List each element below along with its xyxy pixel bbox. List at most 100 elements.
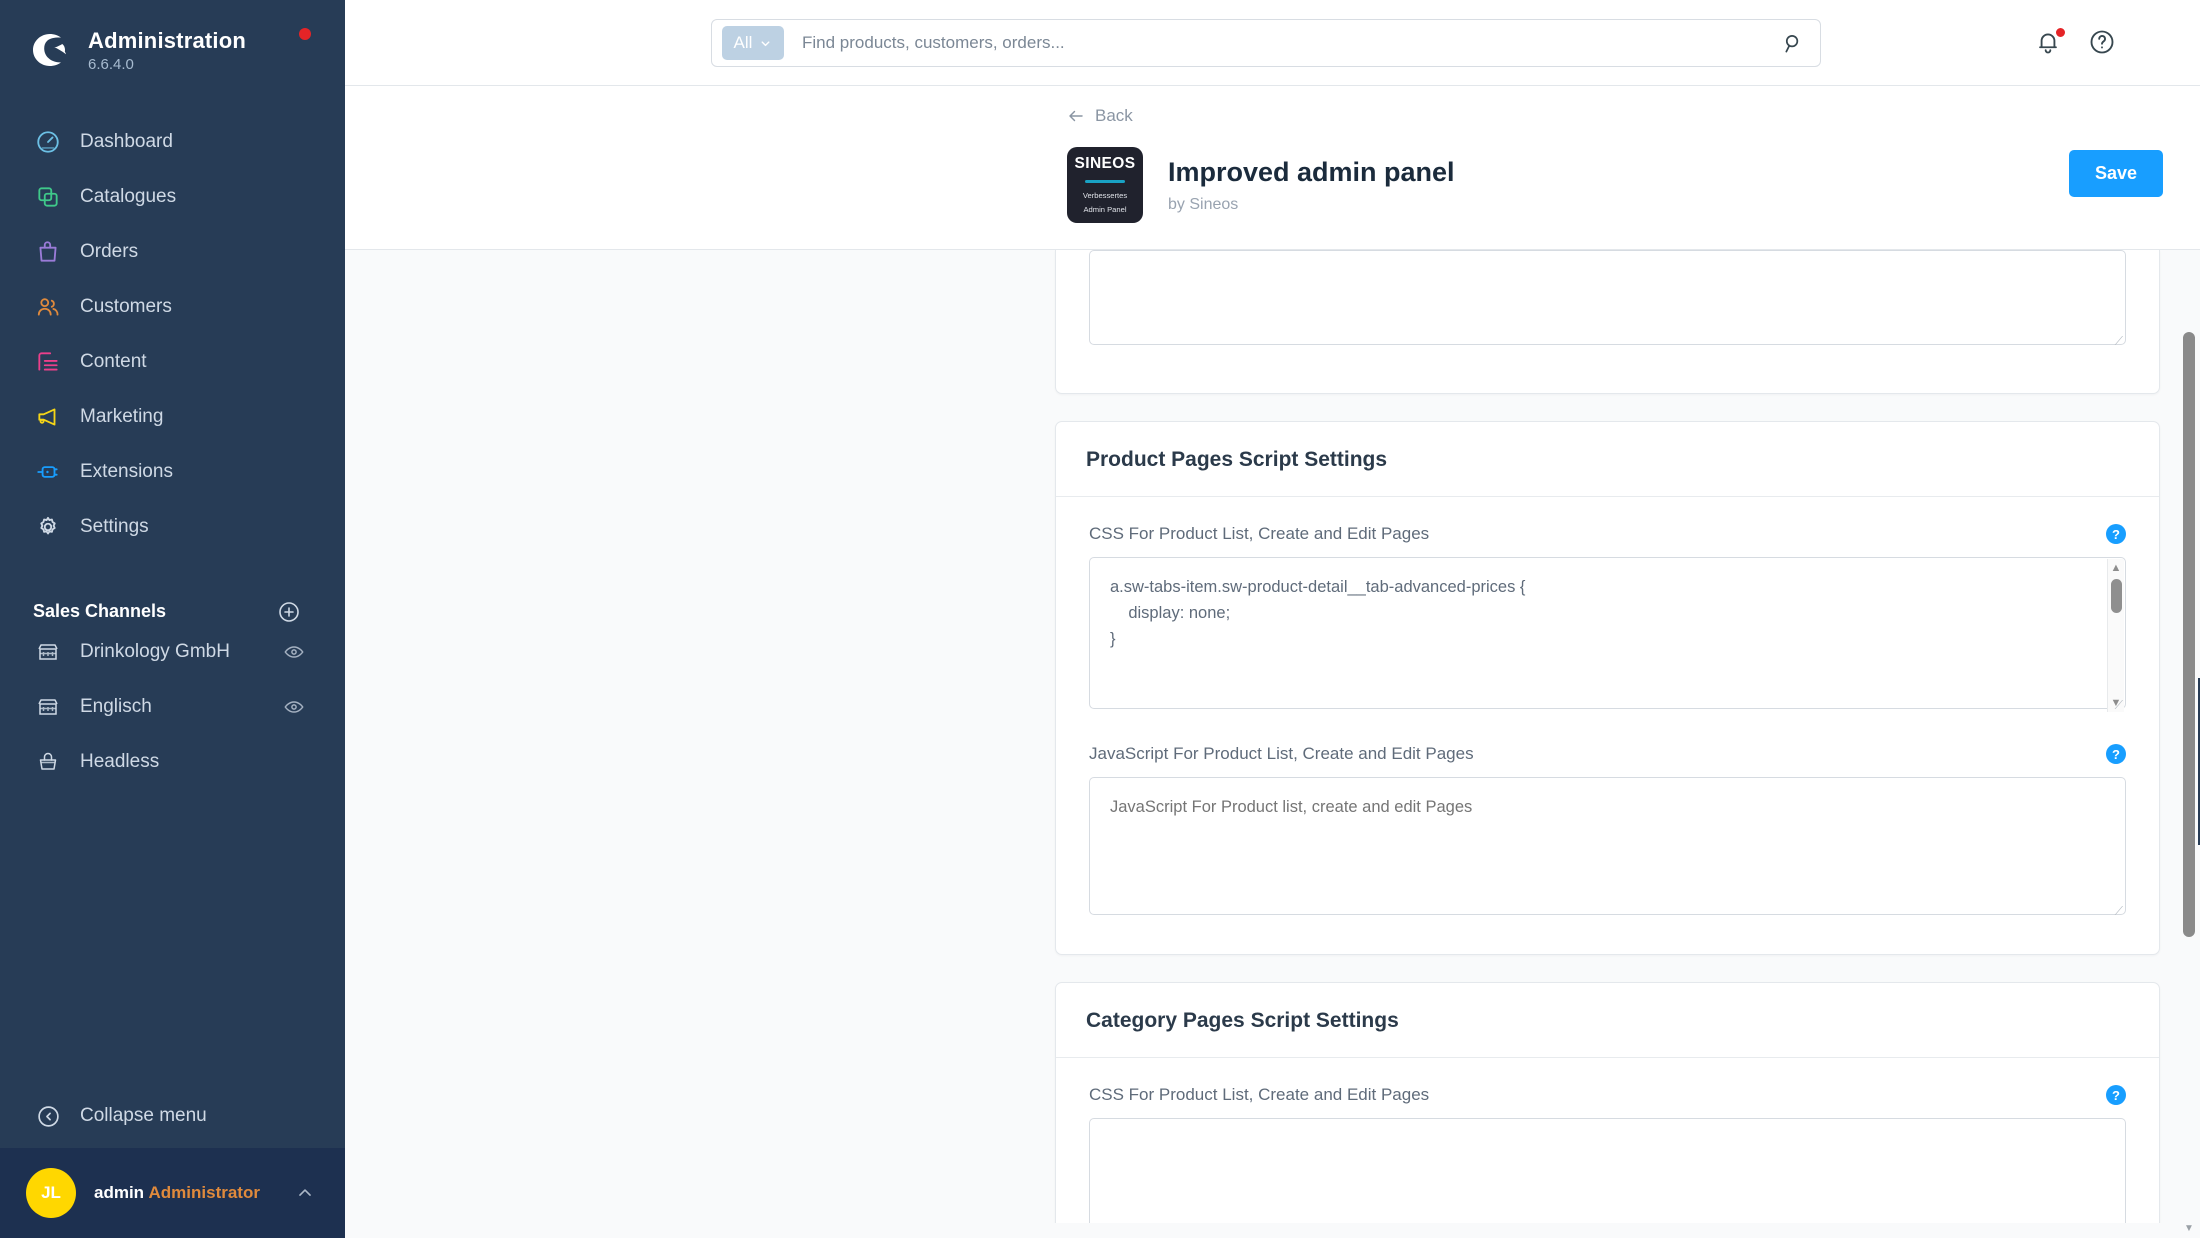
scrollbar-thumb[interactable]	[2183, 332, 2195, 937]
plug-icon	[33, 457, 63, 487]
plugin-author: by Sineos	[1168, 196, 1239, 213]
field-css-category-pages: CSS For Product List, Create and Edit Pa…	[1089, 1085, 2126, 1223]
page-scrollbar[interactable]: ▼	[2180, 270, 2198, 1238]
sidebar-nav: Dashboard Catalogues Orders Customers Co…	[0, 96, 345, 554]
plugin-logo: SINEOS Verbessertes Admin Panel	[1067, 147, 1143, 223]
arrow-left-icon	[1069, 110, 1083, 122]
sidebar: Administration 6.6.4.0 Dashboard Catalog…	[0, 0, 345, 1238]
sidebar-brand[interactable]: Administration 6.6.4.0	[0, 0, 345, 96]
eye-icon[interactable]	[283, 696, 305, 718]
resize-handle-icon[interactable]: ⟋	[2110, 699, 2123, 712]
page-header: Back SINEOS Verbessertes Admin Panel Imp…	[345, 86, 2200, 250]
plugin-header-text: Improved admin panel by Sineos	[1168, 147, 1455, 214]
plugin-logo-subtitle-2: Admin Panel	[1083, 205, 1127, 214]
sidebar-item-label: Customers	[80, 295, 172, 317]
collapse-menu-button[interactable]: Collapse menu	[0, 1084, 345, 1148]
resize-handle-icon[interactable]: ⟋	[2110, 905, 2123, 918]
help-circle-icon[interactable]	[2088, 28, 2118, 58]
scrollbar-thumb[interactable]	[2111, 579, 2122, 613]
search-icon[interactable]	[1766, 20, 1820, 66]
sidebar-item-marketing[interactable]: Marketing	[0, 389, 345, 444]
field-label-row: CSS For Product List, Create and Edit Pa…	[1089, 1085, 2126, 1105]
resize-handle-icon[interactable]: ⟋	[2110, 335, 2123, 348]
bell-icon[interactable]	[2034, 26, 2066, 58]
scroll-down-arrow-icon[interactable]: ▼	[2183, 1223, 2195, 1234]
chevron-up-icon[interactable]	[295, 1183, 315, 1203]
gear-icon	[33, 512, 63, 542]
field-label-row: CSS For Product List, Create and Edit Pa…	[1089, 524, 2126, 544]
sidebar-item-settings[interactable]: Settings	[0, 499, 345, 554]
save-button[interactable]: Save	[2069, 150, 2163, 197]
card-header: Product Pages Script Settings	[1056, 422, 2159, 497]
page-title: Improved admin panel	[1168, 157, 1455, 187]
help-icon[interactable]: ?	[2106, 1085, 2126, 1105]
field-label: CSS For Product List, Create and Edit Pa…	[1089, 524, 1430, 543]
search-scope-dropdown[interactable]: All	[722, 26, 784, 60]
scroll-up-arrow-icon[interactable]: ▲	[2111, 559, 2122, 577]
megaphone-icon	[33, 402, 63, 432]
user-info: admin Administrator	[94, 1182, 295, 1204]
sidebar-version: 6.6.4.0	[88, 56, 134, 73]
shopware-logo-icon	[28, 28, 72, 72]
user-menu[interactable]: JL admin Administrator	[0, 1148, 345, 1238]
css-category-pages-textarea[interactable]	[1089, 1118, 2126, 1223]
content-icon	[33, 347, 63, 377]
collapse-menu-label: Collapse menu	[80, 1105, 207, 1126]
users-icon	[33, 292, 63, 322]
plugin-logo-rule	[1085, 180, 1125, 183]
search-scope-label: All	[733, 33, 753, 52]
plugin-logo-brand: SINEOS	[1074, 155, 1136, 172]
eye-icon[interactable]	[283, 641, 305, 663]
help-icon[interactable]: ?	[2106, 524, 2126, 544]
card-title: Product Pages Script Settings	[1086, 448, 1388, 471]
bag-icon	[33, 237, 63, 267]
sidebar-item-customers[interactable]: Customers	[0, 279, 345, 334]
plugin-logo-subtitle-1: Verbessertes	[1082, 191, 1128, 200]
sidebar-item-label: Marketing	[80, 405, 164, 427]
textarea-wrapper: ⟋	[1089, 777, 2126, 920]
sidebar-item-catalogues[interactable]: Catalogues	[0, 169, 345, 224]
textarea-wrapper: ⟋	[1089, 250, 2126, 350]
sidebar-item-label: Dashboard	[80, 130, 173, 152]
sidebar-item-label: Orders	[80, 240, 139, 262]
chevron-left-circle-icon	[33, 1101, 63, 1131]
main-area: All Find products, customers, orders... …	[345, 0, 2200, 1238]
sidebar-item-label: Extensions	[80, 460, 173, 482]
global-search[interactable]: All	[711, 19, 1821, 67]
notification-badge	[2055, 26, 2066, 38]
chevron-down-icon	[761, 40, 770, 46]
sidebar-item-content[interactable]: Content	[0, 334, 345, 389]
update-indicator-dot	[299, 28, 311, 40]
sidebar-item-englisch[interactable]: Englisch	[0, 679, 345, 734]
back-link[interactable]: Back	[1067, 106, 1133, 126]
sidebar-item-label: Content	[80, 350, 147, 372]
sidebar-item-headless[interactable]: Headless	[0, 734, 345, 789]
sidebar-item-dashboard[interactable]: Dashboard	[0, 114, 345, 169]
sidebar-title: Administration	[88, 28, 247, 53]
field-label: CSS For Product List, Create and Edit Pa…	[1089, 1085, 1430, 1104]
partial-textarea[interactable]	[1089, 250, 2126, 345]
search-input[interactable]	[802, 33, 1766, 53]
sales-channels-title: Sales Channels	[33, 601, 167, 621]
storefront-icon	[33, 637, 63, 667]
field-css-product-pages: CSS For Product List, Create and Edit Pa…	[1089, 524, 2126, 714]
sidebar-item-drinkology-gmbh[interactable]: Drinkology GmbH	[0, 624, 345, 679]
content-scroll-area: ⟋ Product Pages Script Settings CSS For …	[345, 250, 2200, 1223]
textarea-scrollbar[interactable]: ▲ ▼	[2107, 559, 2124, 712]
gauge-icon	[33, 127, 63, 157]
sidebar-item-extensions[interactable]: Extensions	[0, 444, 345, 499]
help-icon[interactable]: ?	[2106, 744, 2126, 764]
sidebar-item-label: Catalogues	[80, 185, 177, 207]
css-product-pages-textarea[interactable]	[1089, 557, 2126, 709]
plus-circle-icon[interactable]	[277, 600, 301, 624]
field-js-product-pages: JavaScript For Product List, Create and …	[1089, 744, 2126, 920]
sales-channels-section-header: Sales Channels	[0, 554, 345, 624]
card-body: CSS For Product List, Create and Edit Pa…	[1056, 1058, 2159, 1223]
catalogue-icon	[33, 182, 63, 212]
field-label: JavaScript For Product List, Create and …	[1089, 744, 1474, 763]
settings-cards: ⟋ Product Pages Script Settings CSS For …	[1055, 250, 2160, 1223]
avatar: JL	[26, 1168, 76, 1218]
sidebar-item-orders[interactable]: Orders	[0, 224, 345, 279]
js-product-pages-textarea[interactable]	[1089, 777, 2126, 915]
